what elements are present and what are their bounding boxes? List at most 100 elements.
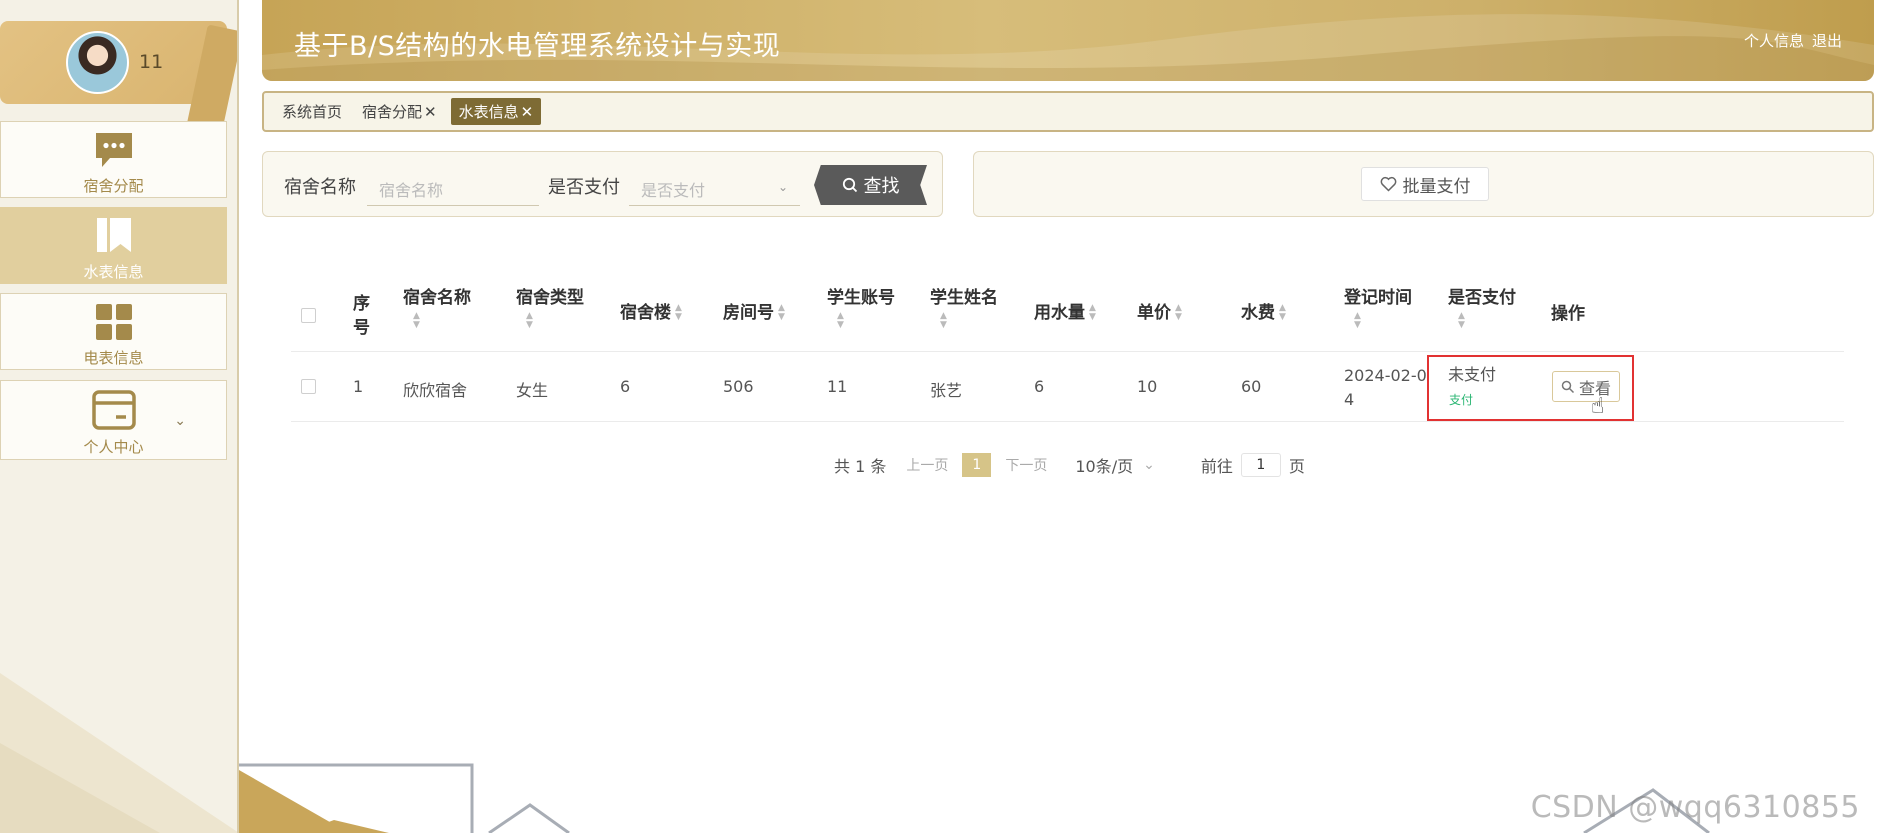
cell-fee: 60 (1241, 377, 1262, 396)
sort-icon[interactable]: ▲ ▼ (1354, 312, 1412, 330)
sidebar-item-label: 电表信息 (83, 349, 144, 367)
tab-label: 宿舍分配 (362, 103, 423, 121)
tab-home[interactable]: 系统首页 (282, 101, 342, 122)
header-dorm-name[interactable]: 宿舍名称 ▲ ▼ (403, 286, 471, 330)
sort-icon[interactable]: ▲ ▼ (1279, 304, 1286, 322)
sidebar-item-dorm-assign[interactable]: 宿舍分配 (0, 121, 227, 198)
header-fee[interactable]: 水费 ▲ ▼ (1241, 301, 1286, 325)
search-button-label: 查找 (863, 176, 900, 197)
sidebar-item-water-meter[interactable]: 水表信息 (0, 207, 227, 284)
header-label: 登记时间 (1344, 288, 1412, 308)
cell-building: 6 (620, 377, 631, 396)
select-all-checkbox[interactable] (301, 308, 316, 323)
cell-price: 10 (1137, 377, 1158, 396)
dorm-name-label: 宿舍名称 (284, 177, 356, 198)
cell-student: 张艺 (930, 381, 963, 400)
header-account[interactable]: 学生账号 ▲ ▼ (827, 286, 895, 330)
cell-index: 1 (353, 377, 364, 396)
avatar (66, 31, 129, 94)
hand-cursor-icon: ☝ (1591, 394, 1605, 419)
pager-size-select[interactable]: 10条/页 ⌄ (1075, 453, 1155, 477)
header-label: 是否支付 (1448, 288, 1516, 308)
header-label: 用水量 (1034, 303, 1085, 323)
pager-goto-suffix: 页 (1288, 457, 1305, 476)
app-title: 基于B/S结构的水电管理系统设计与实现 (294, 31, 781, 62)
watermark: CSDN @wqq6310855 (1530, 790, 1860, 825)
breadcrumb-tabs: 系统首页 宿舍分配 ✕ 水表信息 ✕ (262, 91, 1874, 132)
header-label: 操作 (1551, 304, 1585, 324)
cell-time-line: 2024-02-0 (1344, 366, 1427, 385)
header-dorm-type[interactable]: 宿舍类型 ▲ ▼ (516, 286, 584, 330)
user-card[interactable]: 11 (0, 21, 237, 132)
profile-link[interactable]: 个人信息 (1744, 30, 1804, 51)
cell-dorm-name: 欣欣宿舍 (403, 381, 468, 400)
header-actions: 操作 (1551, 302, 1585, 326)
search-icon (842, 177, 857, 193)
tab-water-meter[interactable]: 水表信息 ✕ (450, 98, 542, 125)
header-label: 单价 (1137, 303, 1171, 323)
pager-goto: 前往 1 页 (1201, 453, 1305, 477)
sidebar-item-electric-meter[interactable]: 电表信息 (0, 293, 227, 370)
header-label: 水费 (1241, 303, 1275, 323)
cell-time: 2024-02-0 4 (1344, 364, 1427, 412)
close-icon[interactable]: ✕ (521, 103, 534, 121)
row-checkbox[interactable] (301, 379, 316, 394)
paid-select[interactable]: 是否支付 ⌄ (629, 168, 800, 206)
header-label: 学生姓名 (930, 288, 998, 308)
sort-icon[interactable]: ▲ ▼ (778, 304, 785, 322)
header-room[interactable]: 房间号 ▲ ▼ (723, 301, 785, 325)
sidebar-item-personal-center[interactable]: 个人中心 ⌄ (0, 380, 227, 460)
header-index-line: 序 (353, 294, 370, 314)
sort-icon[interactable]: ▲ ▼ (1175, 304, 1182, 322)
pager-next[interactable]: 下一页 (1005, 455, 1047, 475)
cell-dorm-type: 女生 (516, 381, 549, 400)
heart-icon (1380, 176, 1396, 192)
bookmark-icon (96, 218, 131, 252)
tab-label: 水表信息 (458, 103, 519, 121)
sort-icon[interactable]: ▲ ▼ (1089, 304, 1096, 322)
pager-goto-label: 前往 (1200, 457, 1233, 476)
chevron-down-icon[interactable]: ⌄ (174, 413, 186, 429)
header: 基于B/S结构的水电管理系统设计与实现 个人信息 退出 (262, 0, 1874, 81)
pager-prev[interactable]: 上一页 (906, 455, 948, 475)
sort-icon[interactable]: ▲ ▼ (837, 312, 895, 330)
header-label: 学生账号 (827, 288, 895, 308)
header-label: 房间号 (723, 303, 774, 323)
batch-pay-label: 批量支付 (1402, 176, 1471, 197)
sort-icon[interactable]: ▲ ▼ (1458, 312, 1516, 330)
header-label: 宿舍名称 (403, 288, 471, 308)
sidebar: 11 宿舍分配 水表信息 电表信息 个人中心 ⌄ (0, 0, 239, 833)
header-building[interactable]: 宿舍楼 ▲ ▼ (620, 301, 682, 325)
header-student[interactable]: 学生姓名 ▲ ▼ (930, 286, 998, 330)
batch-pay-button[interactable]: 批量支付 (1361, 167, 1489, 201)
header-price[interactable]: 单价 ▲ ▼ (1137, 301, 1182, 325)
sort-icon[interactable]: ▲ ▼ (675, 304, 682, 322)
sort-icon[interactable]: ▲ ▼ (413, 312, 471, 330)
close-icon[interactable]: ✕ (424, 103, 437, 121)
user-card-tab (186, 24, 237, 132)
pager-goto-input[interactable]: 1 (1240, 453, 1281, 477)
tab-label: 系统首页 (282, 103, 343, 121)
batch-panel: 批量支付 (973, 151, 1874, 217)
logout-link[interactable]: 退出 (1812, 30, 1842, 51)
search-button[interactable]: 查找 (814, 165, 927, 205)
chevron-down-icon: ⌄ (777, 180, 788, 194)
pager-total: 共 1 条 (834, 457, 887, 476)
dorm-name-input[interactable]: 宿舍名称 (367, 168, 539, 206)
sort-icon[interactable]: ▲ ▼ (940, 312, 998, 330)
input-placeholder: 宿舍名称 (379, 181, 444, 200)
pager-page[interactable]: 1 (962, 453, 992, 477)
select-placeholder: 是否支付 (641, 181, 706, 200)
header-index-line: 号 (353, 318, 370, 338)
search-panel: 宿舍名称 宿舍名称 是否支付 是否支付 ⌄ 查找 (262, 151, 943, 217)
sidebar-item-label: 个人中心 (83, 438, 144, 456)
header-index: 序 号 (353, 292, 370, 340)
header-paid[interactable]: 是否支付 ▲ ▼ (1448, 286, 1516, 330)
header-links: 个人信息 退出 (1744, 30, 1842, 51)
header-usage[interactable]: 用水量 ▲ ▼ (1034, 301, 1096, 325)
header-time[interactable]: 登记时间 ▲ ▼ (1344, 286, 1412, 330)
sort-icon[interactable]: ▲ ▼ (526, 312, 584, 330)
header-label: 宿舍楼 (620, 303, 671, 323)
user-name: 11 (139, 51, 164, 73)
tab-dorm-assign[interactable]: 宿舍分配 ✕ (362, 101, 437, 122)
